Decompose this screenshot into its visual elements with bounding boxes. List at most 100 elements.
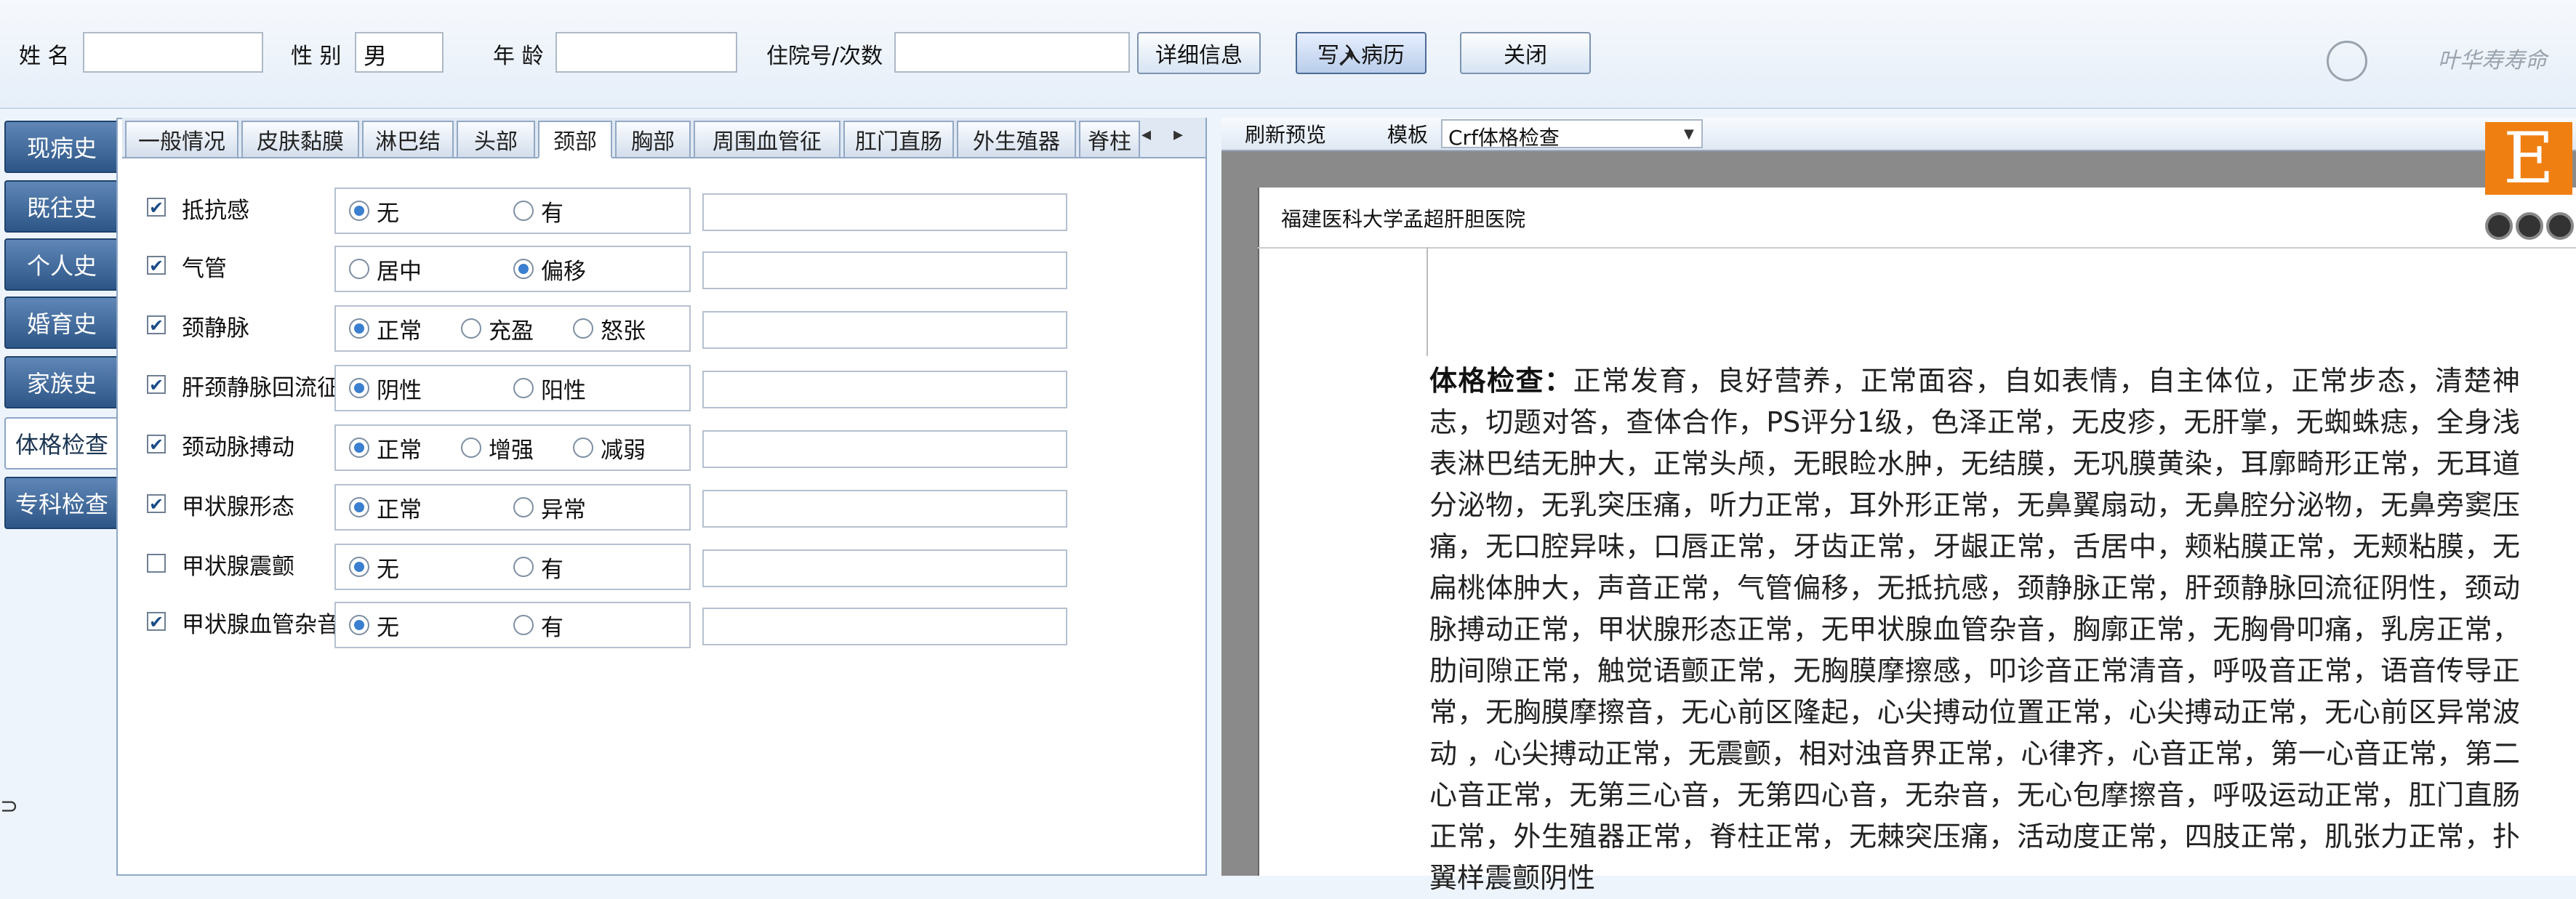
row-label: 甲状腺形态: [182, 494, 294, 520]
name-input[interactable]: [83, 32, 263, 73]
badge-dot-icon: [2516, 212, 2543, 240]
row-note-input[interactable]: [702, 251, 1067, 289]
exam-body: 正常发育，良好营养，正常面容，自如表情，自主体位，正常步态，清楚神志，切题对答，…: [1429, 365, 2520, 894]
row-label: 气管: [182, 256, 227, 282]
row-checkbox[interactable]: ✔: [147, 256, 166, 275]
side-tab[interactable]: 现病史: [4, 121, 119, 173]
side-tab[interactable]: 个人史: [4, 238, 119, 291]
row-note-input[interactable]: [702, 311, 1067, 349]
option-label[interactable]: 异常: [541, 491, 586, 524]
side-tab[interactable]: 专科检查: [4, 477, 119, 529]
option-radio[interactable]: [513, 497, 534, 517]
option-label[interactable]: 无: [377, 551, 399, 584]
option-label[interactable]: 偏移: [541, 253, 586, 286]
gender-label: 性 别: [291, 44, 342, 69]
option-radio[interactable]: [513, 259, 534, 279]
option-label[interactable]: 减弱: [601, 432, 646, 464]
section-tab[interactable]: 颈部: [538, 121, 612, 158]
option-radio[interactable]: [573, 438, 593, 458]
write-record-button[interactable]: 写入病历: [1296, 32, 1427, 74]
extension-badge-icon[interactable]: E: [2485, 118, 2572, 199]
option-radio[interactable]: [349, 557, 369, 577]
mouse-cursor-icon: ➚: [1336, 44, 1357, 73]
row-label: 肝颈静脉回流征: [182, 375, 340, 401]
admission-input[interactable]: [894, 32, 1130, 73]
option-radio[interactable]: [461, 318, 481, 339]
option-label[interactable]: 有: [541, 195, 563, 227]
option-radio[interactable]: [513, 615, 534, 635]
option-radio[interactable]: [513, 557, 534, 577]
row-note-input[interactable]: [702, 490, 1067, 528]
option-label[interactable]: 无: [377, 609, 399, 642]
name-label: 姓 名: [19, 44, 70, 69]
section-tab[interactable]: 淋巴结: [362, 121, 454, 158]
chevron-down-icon[interactable]: ▼: [1684, 126, 1694, 142]
hospital-name: 福建医科大学孟超肝胆医院: [1281, 207, 1526, 231]
section-tab[interactable]: 胸部: [615, 121, 691, 158]
option-label[interactable]: 怒张: [601, 313, 646, 345]
template-select[interactable]: Crf体格检查: [1441, 119, 1703, 150]
option-label[interactable]: 正常: [377, 432, 422, 464]
option-radio[interactable]: [513, 378, 534, 398]
age-label: 年 龄: [493, 44, 544, 69]
row-checkbox[interactable]: ✔: [147, 375, 166, 394]
section-tab[interactable]: 脊柱: [1079, 121, 1140, 158]
option-radio[interactable]: [513, 201, 534, 221]
document-header-divider: [1258, 247, 2576, 249]
option-radio[interactable]: [461, 438, 481, 458]
option-label[interactable]: 充盈: [489, 313, 534, 345]
section-tab[interactable]: 头部: [457, 121, 535, 158]
details-button[interactable]: 详细信息: [1137, 32, 1261, 74]
row-checkbox[interactable]: ✔: [147, 494, 166, 513]
row-label: 颈静脉: [182, 315, 249, 342]
tab-scroll-left-icon[interactable]: ◂: [1141, 124, 1151, 145]
option-label[interactable]: 增强: [489, 432, 534, 464]
row-note-input[interactable]: [702, 371, 1067, 408]
row-checkbox[interactable]: ✔: [147, 315, 166, 334]
badge-dot-icon: [2485, 212, 2513, 240]
option-radio[interactable]: [349, 615, 369, 635]
option-label[interactable]: 居中: [377, 253, 422, 286]
row-checkbox[interactable]: ✔: [147, 198, 166, 217]
option-radio[interactable]: [349, 438, 369, 458]
option-radio[interactable]: [349, 201, 369, 221]
row-checkbox[interactable]: ✔: [147, 612, 166, 631]
option-label[interactable]: 无: [377, 195, 399, 227]
logo-icon: [2327, 41, 2367, 81]
option-label[interactable]: 有: [541, 609, 563, 642]
option-label[interactable]: 正常: [377, 491, 422, 524]
exam-text[interactable]: 体格检查：正常发育，良好营养，正常面容，自如表情，自主体位，正常步态，清楚神志，…: [1429, 360, 2520, 899]
option-label[interactable]: 有: [541, 551, 563, 584]
option-radio[interactable]: [349, 259, 369, 279]
side-tab[interactable]: 婚育史: [4, 297, 119, 349]
row-label: 颈动脉搏动: [182, 435, 294, 461]
section-tab[interactable]: 肛门直肠: [843, 121, 954, 158]
option-radio[interactable]: [349, 497, 369, 517]
gender-input[interactable]: 男: [355, 32, 444, 73]
option-radio[interactable]: [349, 378, 369, 398]
age-input[interactable]: [555, 32, 737, 73]
row-checkbox[interactable]: ✔: [147, 435, 166, 453]
row-note-input[interactable]: [702, 430, 1067, 468]
section-tab[interactable]: 皮肤黏膜: [241, 121, 359, 158]
side-tab[interactable]: 家族史: [4, 356, 119, 408]
side-tab[interactable]: 既往史: [4, 180, 119, 233]
admission-label: 住院号/次数: [766, 44, 883, 69]
option-radio[interactable]: [349, 318, 369, 339]
option-label[interactable]: 阴性: [377, 372, 422, 405]
option-label[interactable]: 正常: [377, 313, 422, 345]
row-note-input[interactable]: [702, 193, 1067, 231]
resize-handle-icon[interactable]: ⊃: [0, 794, 18, 819]
option-radio[interactable]: [573, 318, 593, 339]
close-button[interactable]: 关闭: [1460, 32, 1591, 74]
refresh-preview-button[interactable]: 刷新预览: [1245, 119, 1326, 148]
row-note-input[interactable]: [702, 608, 1067, 645]
row-note-input[interactable]: [702, 549, 1067, 587]
option-label[interactable]: 阳性: [541, 372, 586, 405]
side-tab[interactable]: 体格检查: [4, 417, 119, 469]
row-checkbox[interactable]: [147, 554, 166, 573]
section-tab[interactable]: 外生殖器: [957, 121, 1076, 158]
tab-scroll-right-icon[interactable]: ▸: [1173, 124, 1183, 145]
section-tab[interactable]: 周围血管征: [694, 121, 840, 158]
section-tab[interactable]: 一般情况: [125, 121, 238, 158]
